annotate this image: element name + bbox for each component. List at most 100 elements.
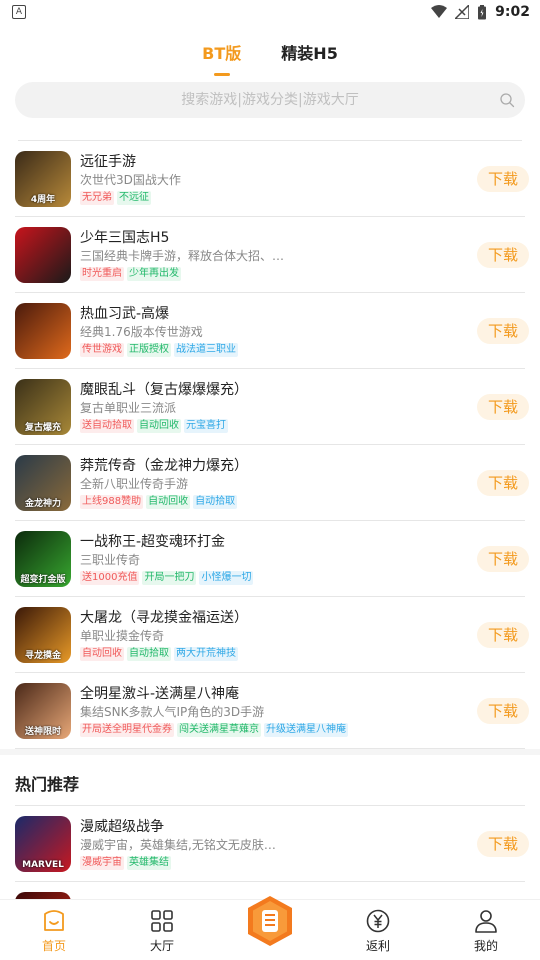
game-tag: 开局送全明星代金券 <box>80 722 174 737</box>
game-icon-caption: 超变打金版 <box>20 574 66 585</box>
game-name: 大屠龙（寻龙摸金福运送） <box>80 609 248 626</box>
nav-hall-label: 大厅 <box>149 939 174 953</box>
nav-home[interactable]: 首页 <box>0 908 108 960</box>
game-info: 少年三国志H5 三国经典卡牌手游，释放合体大招、… 时光重启 少年再出发 <box>80 229 477 281</box>
game-icon[interactable]: 复古爆充 <box>15 378 71 435</box>
nav-mine[interactable]: 我的 <box>432 908 540 960</box>
game-icon[interactable]: 超变打金版 <box>15 530 71 587</box>
home-icon <box>44 910 64 931</box>
game-tag: 送1000充值 <box>80 570 140 585</box>
game-list-item[interactable]: 热血习武-高爆 经典1.76版本传世游戏 传世游戏 正版授权 战法道三职业 下载 <box>15 293 529 369</box>
game-list-item[interactable]: 寻龙摸金 大屠龙（寻龙摸金福运送） 单职业摸金传奇 自动回收 自动拾取 两大开荒神技 下载 <box>15 597 529 673</box>
notification-icon: A <box>12 5 26 19</box>
game-tag: 自动回收 <box>80 646 124 661</box>
user-icon <box>475 910 497 933</box>
download-button[interactable]: 下载 <box>477 393 529 420</box>
search-input[interactable] <box>64 91 476 109</box>
nav-hall[interactable]: 大厅 <box>108 908 216 960</box>
game-info: 魔眼乱斗（复古爆爆爆充） 复古单职业三流派送自动拾取 自动回收 元宝喜打 <box>80 381 477 433</box>
yen-icon <box>366 909 390 933</box>
game-info: 一战称王-超变魂环打金 三职业传奇送1000充值 开局一把刀 小怪爆一切 <box>80 533 477 585</box>
game-tags: 开局送全明星代金券 闯关送满星草薙京 升级送满星八神庵 <box>80 722 477 737</box>
game-icon[interactable]: 金龙神力 <box>15 454 71 511</box>
game-name: 漫威超级战争 <box>80 818 164 835</box>
game-description: 经典1.76版本传世游戏 <box>80 324 203 339</box>
search-icon[interactable] <box>499 92 515 108</box>
nav-center[interactable] <box>216 896 324 960</box>
game-info: 漫威超级战争漫威宇宙，英雄集结,无铭文无皮肤… 漫威宇宙 英雄集结 <box>80 818 477 870</box>
top-tabs: BT版 精装H5 <box>0 24 540 76</box>
game-name: 莽荒传奇（金龙神力爆充） <box>80 457 248 474</box>
game-icon[interactable] <box>15 302 71 359</box>
download-button[interactable]: 下载 <box>477 621 529 648</box>
game-description: 三职业传奇 <box>80 552 141 567</box>
bottom-nav: 首页 大厅 返利 我的 <box>0 896 540 960</box>
download-button[interactable]: 下载 <box>477 165 529 192</box>
game-list-item[interactable]: 4周年 远征手游次世代3D国战大作无兄弟 不远征 下载 <box>15 141 529 217</box>
game-description: 单职业摸金传奇 <box>80 628 165 643</box>
game-info: 热血习武-高爆 经典1.76版本传世游戏 传世游戏 正版授权 战法道三职业 <box>80 305 477 357</box>
download-button[interactable]: 下载 <box>477 241 529 268</box>
game-tag: 战法道三职业 <box>174 342 238 357</box>
game-list: 4周年 远征手游 次世代3D国战大作 无兄弟 不远征 下载 少年三国志H5 三国经典卡牌手游，… <box>0 141 540 749</box>
hot-section-title: 热门推荐 <box>15 775 80 794</box>
tab-bt[interactable]: BT版 <box>202 40 241 76</box>
game-list-item[interactable]: 超变打金版 一战称王-超变魂环打金 三职业传奇送1000充值 开局一把刀 小怪爆一切 下载 <box>15 521 529 597</box>
download-button[interactable]: 下载 <box>477 469 529 496</box>
game-tag: 升级送满星八神庵 <box>264 722 348 737</box>
game-description: 漫威宇宙，英雄集结,无铭文无皮肤… <box>80 837 276 852</box>
game-info: 远征手游次世代3D国战大作无兄弟 不远征 <box>80 153 477 205</box>
game-tag: 两大开荒神技 <box>174 646 238 661</box>
tab-h5[interactable]: 精装H5 <box>281 40 338 76</box>
game-tag: 自动拾取 <box>193 494 238 509</box>
download-button[interactable]: 下载 <box>477 545 529 572</box>
search-bar[interactable] <box>15 82 525 118</box>
game-description: 三国经典卡牌手游，释放合体大招、… <box>80 248 285 263</box>
download-button[interactable]: 下载 <box>477 317 529 344</box>
game-tag: 自动回收 <box>146 494 191 509</box>
game-tag: 小怪爆一切 <box>199 570 254 585</box>
game-tag: 闯关送满星草薙京 <box>177 722 261 737</box>
game-tag: 正版授权 <box>127 342 171 357</box>
game-tags: 自动回收 自动拾取 两大开荒神技 <box>80 646 477 661</box>
nav-rebate[interactable]: 返利 <box>324 908 432 960</box>
game-description: 复古单职业三流派 <box>80 400 177 415</box>
game-icon[interactable] <box>15 226 71 283</box>
game-tag: 少年再出发 <box>127 266 181 281</box>
game-icon[interactable]: 4周年 <box>15 150 71 207</box>
center-coin-icon[interactable] <box>245 894 295 948</box>
game-list-item[interactable]: 少年三国志H5 三国经典卡牌手游，释放合体大招、… 时光重启 少年再出发 下载 <box>15 217 529 293</box>
download-button[interactable]: 下载 <box>477 697 529 724</box>
game-name: 魔眼乱斗（复古爆爆爆充） <box>80 381 248 398</box>
game-icon[interactable]: 寻龙摸金 <box>15 606 71 663</box>
wifi-icon <box>431 5 448 18</box>
game-icon[interactable]: MARVEL <box>15 815 71 872</box>
game-info: 大屠龙（寻龙摸金福运送） 单职业摸金传奇 自动回收 自动拾取 两大开荒神技 <box>80 609 477 661</box>
game-list-item[interactable]: 复古爆充 魔眼乱斗（复古爆爆爆充） 复古单职业三流派送自动拾取 自动回收 元宝喜打 下载 <box>15 369 529 445</box>
game-description: 次世代3D国战大作 <box>80 172 181 187</box>
game-tags: 漫威宇宙 英雄集结 <box>80 855 477 870</box>
game-tag: 送自动拾取 <box>80 418 134 433</box>
download-button[interactable]: 下载 <box>477 830 529 857</box>
game-tags: 送1000充值 开局一把刀 小怪爆一切 <box>80 570 477 585</box>
game-list-item[interactable]: 金龙神力 莽荒传奇（金龙神力爆充） 全新八职业传奇手游上线988赞助 自动回收 自动拾取… <box>15 445 529 521</box>
game-name: 一战称王-超变魂环打金 <box>80 533 226 550</box>
game-name: 全明星激斗-送满星八神庵 <box>80 685 240 702</box>
game-tags: 上线988赞助 自动回收 自动拾取 <box>80 494 477 509</box>
nav-home-label: 首页 <box>41 939 66 953</box>
game-tags: 送自动拾取 自动回收 元宝喜打 <box>80 418 477 433</box>
status-bar: A 9:02 <box>0 0 540 24</box>
game-tags: 无兄弟 不远征 <box>80 190 477 205</box>
game-info: 全明星激斗-送满星八神庵 集结SNK多款人气IP角色的3D手游 开局送全明星代金券闯… <box>80 685 477 737</box>
game-tag: 自动拾取 <box>127 646 171 661</box>
game-tag: 无兄弟 <box>80 190 114 205</box>
game-tag: 漫威宇宙 <box>80 855 124 870</box>
game-icon-caption: 复古爆充 <box>24 422 61 433</box>
game-name: 远征手游 <box>80 153 136 170</box>
game-list-item[interactable]: MARVEL 漫威超级战争漫威宇宙，英雄集结,无铭文无皮肤… 漫威宇宙 英雄集结 下载 <box>15 806 529 882</box>
game-description: 全新八职业传奇手游 <box>80 476 189 491</box>
game-icon[interactable]: 送神限时 <box>15 682 71 739</box>
game-list-item[interactable]: 送神限时 全明星激斗-送满星八神庵 集结SNK多款人气IP角色的3D手游 开局送全明星… <box>15 673 529 749</box>
game-name: 热血习武-高爆 <box>80 305 170 322</box>
no-signal-icon <box>455 5 470 19</box>
